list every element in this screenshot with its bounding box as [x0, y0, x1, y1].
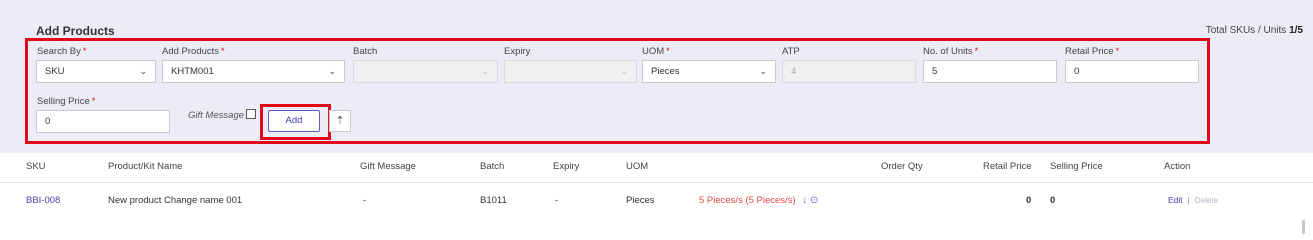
row-order-qty: 0 [1026, 195, 1032, 206]
selling-price-label: Selling Price * [37, 96, 96, 107]
uom-value: Pieces [651, 66, 680, 77]
chevron-down-icon: ⌄ [759, 66, 767, 76]
column-header-retail-price: Retail Price [983, 161, 1032, 172]
add-button[interactable]: Add [268, 110, 320, 132]
atp-value: 4 [791, 66, 797, 77]
row-qty-text: 5 Pieces/s (5 Pieces/s) [699, 195, 796, 206]
selling-price-input[interactable]: 0 [36, 110, 170, 133]
no-of-units-value: 5 [932, 66, 938, 77]
upload-button[interactable]: ⇡ [329, 110, 351, 132]
row-actions: Edit | Delete [1168, 195, 1218, 206]
batch-label: Batch [353, 46, 378, 57]
add-products-value: KHTM001 [171, 66, 214, 77]
uom-label: UOM * [642, 46, 670, 57]
total-value: 1/5 [1289, 25, 1303, 36]
row-expiry: - [555, 195, 559, 206]
column-header-selling-price: Selling Price [1050, 161, 1103, 172]
total-skus-units: Total SKUs / Units 1/5 [1206, 25, 1303, 36]
retail-price-value: 0 [1074, 66, 1080, 77]
column-header-product-name: Product/Kit Name [108, 161, 183, 172]
action-separator: | [1187, 195, 1190, 205]
expiry-label: Expiry [504, 46, 531, 57]
expiry-select[interactable]: ⌄ [504, 60, 637, 83]
chevron-down-icon: ⌄ [620, 66, 628, 76]
add-products-select[interactable]: KHTM001 ⌄ [162, 60, 345, 83]
no-of-units-input[interactable]: 5 [923, 60, 1057, 83]
row-product-name: New product Change name 001 [108, 195, 243, 206]
batch-select[interactable]: ⌄ [353, 60, 498, 83]
row-uom: Pieces [626, 195, 655, 206]
uom-select[interactable]: Pieces ⌄ [642, 60, 776, 83]
chevron-down-icon: ⌄ [481, 66, 489, 76]
column-header-gift-message: Gift Message [360, 161, 416, 172]
search-by-value: SKU [45, 66, 65, 77]
search-by-label: Search By * [37, 46, 87, 57]
column-header-expiry: Expiry [553, 161, 580, 172]
vertical-scrollbar[interactable] [1302, 220, 1305, 234]
table-header-divider [0, 182, 1313, 183]
atp-label: ATP [782, 46, 800, 57]
column-header-sku: SKU [26, 161, 46, 172]
add-products-label: Add Products * [162, 46, 225, 57]
column-header-order-qty: Order Qty [881, 161, 923, 172]
row-batch: B1011 [480, 195, 507, 206]
retail-price-label: Retail Price * [1065, 46, 1120, 57]
total-label: Total SKUs / Units [1205, 25, 1287, 36]
row-retail-price: 0 [1050, 195, 1056, 206]
retail-price-input[interactable]: 0 [1065, 60, 1199, 83]
row-gift-message: - [363, 195, 367, 206]
column-header-action: Action [1164, 161, 1191, 172]
chevron-down-icon: ⌄ [328, 66, 336, 76]
qty-info-icon[interactable]: ↓ ⊙ [802, 195, 818, 206]
upload-icon: ⇡ [335, 115, 345, 127]
gift-message-checkbox[interactable] [246, 109, 256, 119]
gift-message-label: Gift Message [188, 110, 244, 121]
atp-field[interactable]: 4 [782, 60, 916, 83]
no-of-units-label: No. of Units * [923, 46, 979, 57]
chevron-down-icon: ⌄ [139, 66, 147, 76]
delete-link[interactable]: Delete [1195, 196, 1218, 205]
row-quantity-info: 5 Pieces/s (5 Pieces/s) ↓ ⊙ [699, 195, 818, 206]
search-by-select[interactable]: SKU ⌄ [36, 60, 156, 83]
edit-link[interactable]: Edit [1168, 195, 1183, 205]
column-header-batch: Batch [480, 161, 505, 172]
section-title: Add Products [36, 24, 115, 38]
row-sku-link[interactable]: BBI-008 [26, 195, 60, 206]
selling-price-value: 0 [45, 116, 51, 127]
column-header-uom: UOM [626, 161, 649, 172]
